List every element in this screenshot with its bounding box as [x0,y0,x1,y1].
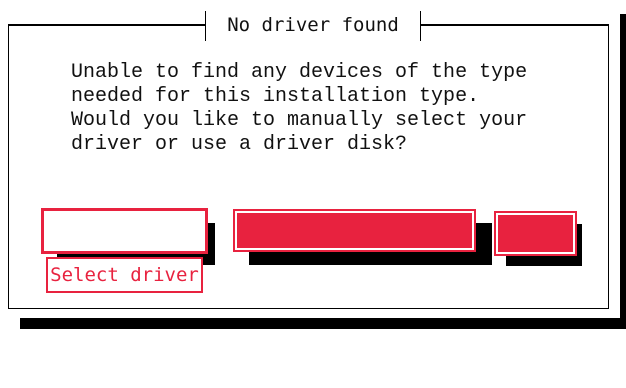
dialog-message: Unable to find any devices of the type n… [71,61,528,156]
no-driver-dialog: No driver found Unable to find any devic… [0,0,620,318]
select-driver-label: Select driver [46,257,203,293]
dialog-title: No driver found [205,11,421,41]
back-button[interactable]: Back [494,211,577,289]
use-driver-disk-button[interactable]: Use a driver disk [233,209,476,311]
select-driver-button[interactable]: Select driver [41,208,208,293]
back-label: Back [512,266,559,289]
use-driver-disk-label: Use a driver disk [257,289,452,311]
